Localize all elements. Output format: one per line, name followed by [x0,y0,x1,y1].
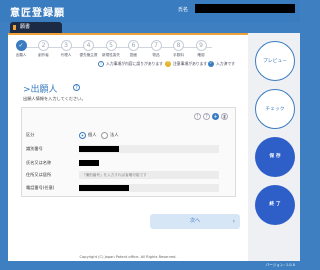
step-label: 手数料 [173,53,184,57]
copyright: Copyright (C) Japan Patent office. All R… [79,255,177,259]
preview-button[interactable]: プレビュー [255,41,295,81]
legend-done: ✓ 入力済です [208,61,235,67]
step-4[interactable]: 4 優先権主張 [78,40,100,58]
step-label: 物品 [152,53,160,57]
phone-field[interactable] [79,184,219,192]
step-label: 出願人 [15,53,27,57]
step-label: 優先権主張 [79,53,98,57]
id-number-field[interactable] [79,145,219,153]
redacted-name [79,160,99,166]
type-row: 区分 個人 法人 [26,131,226,139]
user-name-label: 氏名 [178,7,189,13]
id-number-label: 識別番号 [26,146,43,151]
step-circle: 9 [195,40,207,51]
step-label: 図面 [129,53,138,57]
legend-warning: ! 注意事項があります [165,61,207,67]
name-row: 氏名又は名称 [26,159,226,167]
phone-row: 電話番号(任意) [26,184,226,192]
step-circle: 6 [128,40,139,51]
phone-label: 電話番号(任意) [26,185,55,190]
tab-application[interactable]: 願書 [10,22,62,33]
main-panel: ✓ 出願人 2 創作者 3 代理人 4 優先権主張 5 新規性喪失 6 図面 7 物品 8 手数料 9 確認 ! 入… [8,33,248,261]
warning-indicator-icon: ! [165,61,171,67]
step-6[interactable]: 6 図面 [123,40,145,58]
section-description: 出願人情報を入力してください。 [23,96,86,101]
version-label: バージョン: 1.0.0 [265,263,295,267]
step-circle: 7 [150,40,162,51]
applicant-form: ! ? + ▮ 区分 個人 法人 識別番号 氏名又は名称 住所又は居所 「識別番… [21,107,236,197]
radio-corporate[interactable]: 法人 [101,131,118,139]
tab-label: 願書 [20,24,31,30]
step-5[interactable]: 5 新規性喪失 [100,40,122,58]
finish-button[interactable]: 終 了 [255,185,295,225]
redacted-phone [79,185,129,191]
address-field[interactable]: 「識別番号」を入力すれば省略可能です [79,171,219,179]
step-circle: 4 [83,40,94,51]
redacted-id [79,146,119,152]
step-1[interactable]: ✓ 出願人 [10,40,32,58]
user-name-redacted [195,4,295,13]
step-7[interactable]: 7 物品 [145,40,167,58]
step-3[interactable]: 3 代理人 [55,40,77,58]
step-circle: 3 [60,40,72,51]
side-panel: プレビュー チェック 保 存 終 了 [248,33,300,261]
check-button[interactable]: チェック [255,89,295,129]
radio-individual[interactable]: 個人 [79,131,96,139]
step-circle: 2 [38,40,49,51]
save-button[interactable]: 保 存 [255,137,295,177]
top-bar: 意匠登録願 氏名 [0,0,300,22]
chevron-right-icon: › [232,218,235,225]
next-button[interactable]: 次へ › [150,214,240,229]
add-icon[interactable]: + [212,113,219,120]
id-number-row: 識別番号 [26,145,226,153]
help-small-icon[interactable]: ? [203,113,210,120]
legend-error: ! 入力事項が内容に誤りがあります [98,61,163,67]
step-circle: ✓ [15,40,27,51]
check-indicator-icon: ✓ [208,61,214,67]
step-circle: 5 [105,40,117,51]
step-label: 新規性喪失 [102,53,120,57]
address-label: 住所又は居所 [26,172,52,177]
tab-marker [13,25,16,30]
address-row: 住所又は居所 「識別番号」を入力すれば省略可能です [26,171,226,179]
step-circle: 8 [173,40,184,51]
section-title: >出願人 [23,85,58,95]
info-icon[interactable]: ! [194,113,201,120]
step-label: 代理人 [60,53,72,57]
type-label: 区分 [26,132,35,137]
step-8[interactable]: 8 手数料 [168,40,190,58]
address-placeholder: 「識別番号」を入力すれば省略可能です [82,173,147,177]
name-label: 氏名又は名称 [26,160,52,165]
step-label: 確認 [197,53,205,57]
help-icon[interactable]: ? [73,84,80,91]
step-9[interactable]: 9 確認 [190,40,212,58]
app-title: 意匠登録願 [10,8,65,19]
step-2[interactable]: 2 創作者 [33,40,55,58]
step-label: 創作者 [38,53,49,57]
trash-icon[interactable]: ▮ [221,113,228,120]
error-indicator-icon: ! [98,61,104,67]
